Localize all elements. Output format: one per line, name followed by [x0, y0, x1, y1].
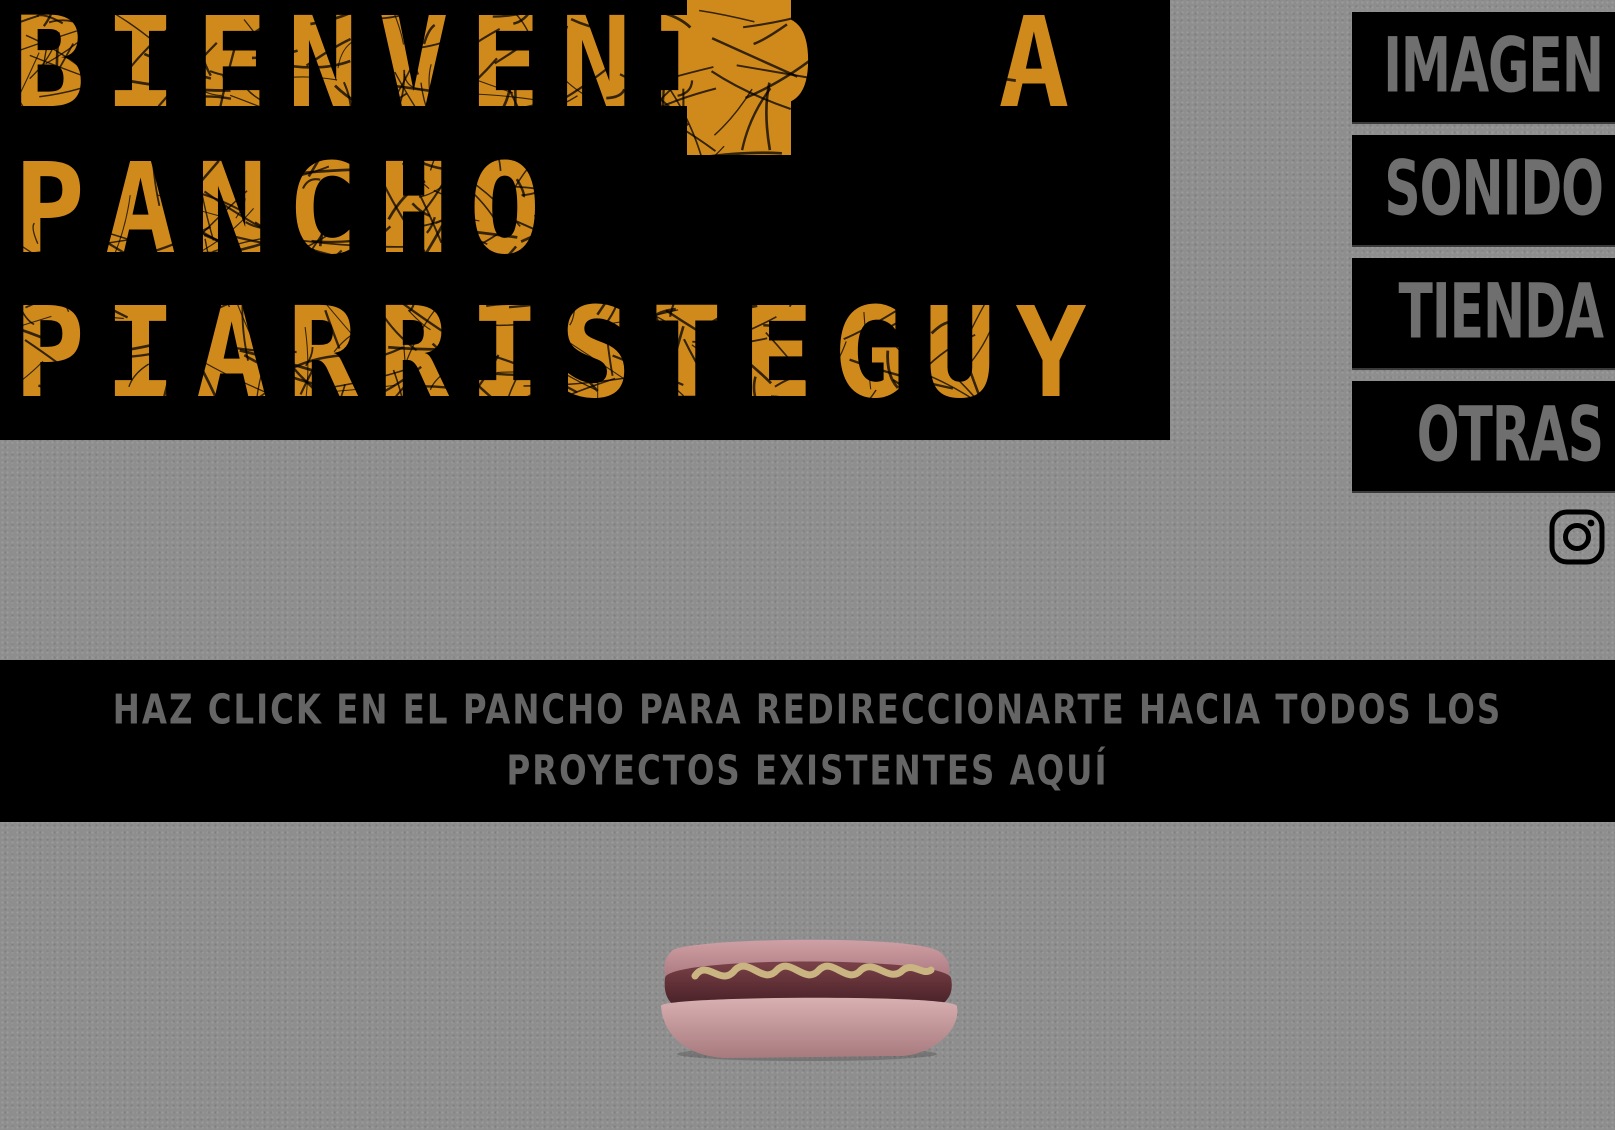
scratch-mark: [634, 159, 680, 220]
scratch-mark: [0, 2, 15, 6]
scratch-mark: [908, 248, 964, 280]
scratch-mark: [788, 233, 827, 282]
scratch-mark: [850, 201, 878, 215]
scratch-mark: [811, 189, 847, 240]
scratch-mark: [867, 256, 902, 275]
scratch-mark: [733, 204, 813, 269]
scratch-mark: [588, 242, 693, 269]
scratch-mark: [606, 190, 669, 196]
scratch-mark: [610, 236, 630, 277]
scratch-mark: [580, 207, 596, 257]
scratch-mark: [865, 158, 894, 164]
scratch-mark: [884, 163, 907, 192]
hero-title-line-2: PANCHO: [14, 135, 561, 282]
scratch-mark: [927, 190, 998, 215]
scratch-mark: [764, 178, 802, 233]
main-nav: IMAGEN SONIDO TIENDA OTRAS: [1352, 12, 1615, 504]
scratch-mark: [684, 198, 694, 282]
scratch-mark: [867, 239, 900, 270]
scratch-mark: [896, 178, 924, 189]
nav-sonido[interactable]: SONIDO: [1352, 135, 1615, 247]
instruction-banner: HAZ CLICK EN EL PANCHO PARA REDIRECCIONA…: [0, 660, 1615, 822]
hero-title-word-a: A: [998, 0, 1090, 136]
scratch-mark: [555, 244, 595, 262]
scratch-mark: [778, 212, 795, 234]
scratch-mark: [617, 224, 685, 258]
scratch-mark: [0, 3, 7, 8]
scratch-mark: [863, 248, 942, 282]
scratch-mark: [662, 237, 752, 247]
nav-tienda[interactable]: TIENDA: [1352, 258, 1615, 370]
scratch-mark: [0, 25, 8, 37]
hotdog-link-image[interactable]: [655, 936, 960, 1062]
nav-imagen-label: IMAGEN: [1383, 22, 1604, 111]
scratch-mark: [820, 161, 879, 186]
scratch-mark: [798, 207, 891, 241]
nav-otras[interactable]: OTRAS: [1352, 381, 1615, 493]
scratch-mark: [859, 146, 865, 202]
nav-tienda-label: TIENDA: [1398, 268, 1604, 357]
scratch-mark: [743, 239, 766, 246]
scratch-mark: [591, 210, 619, 270]
scratch-mark: [987, 241, 1061, 262]
scratch-mark: [571, 155, 580, 187]
nav-imagen[interactable]: IMAGEN: [1352, 12, 1615, 124]
hero-title-line-3: PIARRISTEGUY: [14, 279, 1107, 426]
nav-sonido-label: SONIDO: [1384, 145, 1604, 234]
scratch-mark: [565, 226, 643, 274]
hero-title-line-1: BIENVENID A: [14, 0, 1089, 125]
scratch-mark: [874, 232, 906, 245]
scratch-mark: [879, 194, 884, 230]
scratch-mark: [793, 167, 824, 223]
scratch-mark: [692, 249, 721, 283]
scratch-mark: [949, 201, 959, 220]
scratch-mark: [632, 163, 671, 227]
scratch-mark: [699, 202, 722, 207]
scratch-mark: [976, 200, 1016, 210]
scratch-mark: [879, 246, 967, 280]
scratch-mark: [874, 195, 887, 218]
scratch-mark: [884, 230, 891, 248]
instagram-icon[interactable]: [1549, 509, 1605, 565]
scratch-mark: [0, 72, 3, 76]
scratch-mark: [941, 168, 983, 184]
scratch-mark: [646, 221, 682, 276]
hero-title-block: BIENVENID A PANCHO PIARRISTEGUY: [0, 0, 1170, 440]
scratch-mark: [755, 238, 778, 254]
scratch-mark: [769, 154, 822, 198]
scratch-mark: [579, 194, 584, 260]
scratch-mark: [653, 170, 685, 182]
nav-otras-label: OTRAS: [1416, 391, 1604, 480]
scratch-mark: [791, 196, 809, 209]
scratch-mark: [555, 185, 612, 249]
scratch-mark: [859, 224, 897, 258]
scratch-mark: [794, 166, 802, 206]
title-cursor-block: [687, 0, 791, 155]
scratch-mark: [930, 197, 987, 231]
scratch-mark: [790, 205, 812, 238]
scratch-mark: [829, 242, 898, 254]
instruction-text: HAZ CLICK EN EL PANCHO PARA REDIRECCIONA…: [112, 686, 1503, 796]
scratch-mark: [797, 187, 870, 196]
scratch-mark: [561, 182, 610, 211]
scratch-mark: [946, 240, 970, 250]
